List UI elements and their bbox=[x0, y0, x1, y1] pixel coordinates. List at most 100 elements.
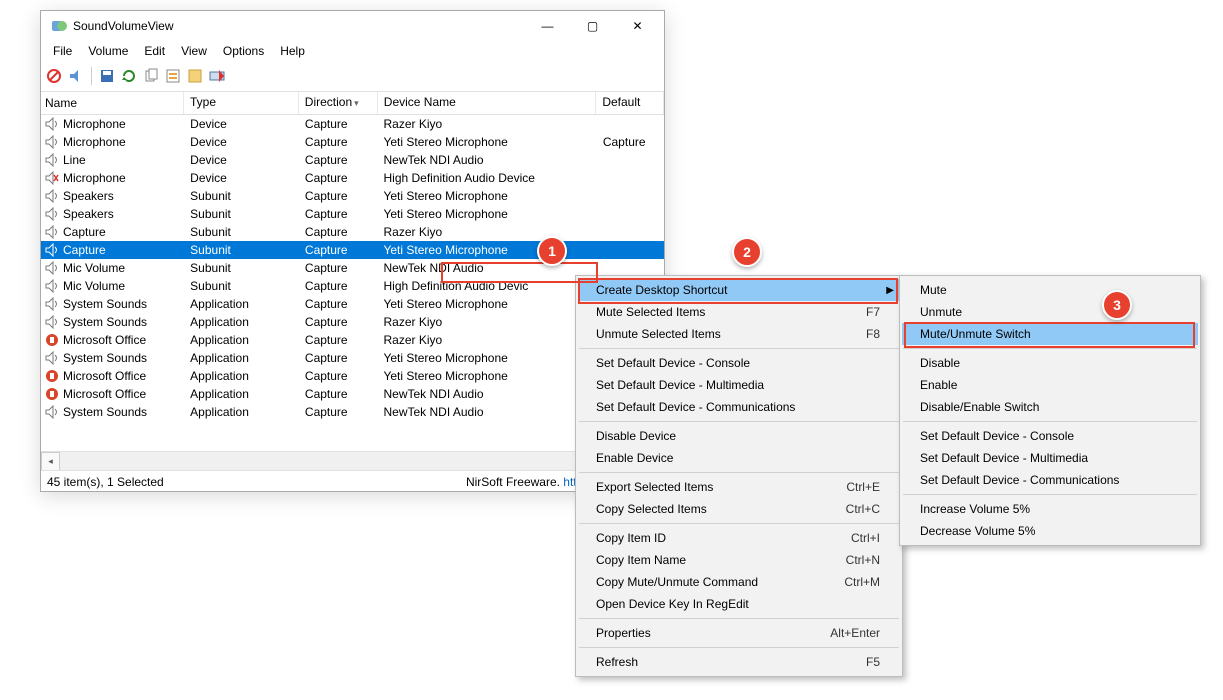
menu-item[interactable]: Create Desktop Shortcut▶ bbox=[578, 279, 900, 301]
menu-item[interactable]: Set Default Device - Multimedia bbox=[578, 374, 900, 396]
row-device: Razer Kiyo bbox=[377, 332, 596, 348]
menu-item-label: Enable bbox=[920, 378, 957, 392]
row-name: Microphone bbox=[63, 171, 126, 185]
row-icon bbox=[45, 297, 59, 311]
col-name[interactable]: Name bbox=[41, 92, 184, 114]
table-row[interactable]: Microsoft OfficeApplicationCaptureRazer … bbox=[41, 331, 664, 349]
menu-volume[interactable]: Volume bbox=[80, 42, 136, 60]
menu-view[interactable]: View bbox=[173, 42, 215, 60]
table-row[interactable]: Microsoft OfficeApplicationCaptureNewTek… bbox=[41, 385, 664, 403]
table-row[interactable]: MicrophoneDeviceCaptureYeti Stereo Micro… bbox=[41, 133, 664, 151]
menu-item-label: Enable Device bbox=[596, 451, 673, 465]
maximize-button[interactable]: ▢ bbox=[570, 12, 615, 40]
table-row[interactable]: CaptureSubunitCaptureRazer Kiyo bbox=[41, 223, 664, 241]
scroll-left-icon[interactable]: ◂ bbox=[41, 452, 60, 471]
row-direction: Capture bbox=[299, 170, 378, 186]
row-direction: Capture bbox=[299, 188, 378, 204]
menu-item[interactable]: Open Device Key In RegEdit bbox=[578, 593, 900, 615]
table-row[interactable]: Mic VolumeSubunitCaptureNewTek NDI Audio bbox=[41, 259, 664, 277]
row-device: Razer Kiyo bbox=[377, 314, 596, 330]
horizontal-scrollbar[interactable]: ◂ ▸ bbox=[41, 451, 664, 470]
menu-item[interactable]: RefreshF5 bbox=[578, 651, 900, 673]
table-row[interactable]: System SoundsApplicationCaptureYeti Ster… bbox=[41, 295, 664, 313]
settings-icon[interactable] bbox=[208, 67, 226, 85]
menu-item-label: Disable Device bbox=[596, 429, 676, 443]
table-row[interactable]: CaptureSubunitCaptureYeti Stereo Microph… bbox=[41, 241, 664, 259]
menu-separator bbox=[903, 494, 1197, 495]
menu-shortcut: F5 bbox=[866, 655, 880, 669]
col-direction-label: Direction bbox=[305, 95, 352, 109]
row-name: Mic Volume bbox=[63, 261, 125, 275]
table-row[interactable]: LineDeviceCaptureNewTek NDI Audio bbox=[41, 151, 664, 169]
menu-item-label: Set Default Device - Communications bbox=[596, 400, 795, 414]
table-row[interactable]: System SoundsApplicationCaptureRazer Kiy… bbox=[41, 313, 664, 331]
export-icon[interactable] bbox=[186, 67, 204, 85]
menu-item[interactable]: Set Default Device - Communications bbox=[902, 469, 1198, 491]
menu-item[interactable]: Set Default Device - Console bbox=[578, 352, 900, 374]
col-type[interactable]: Type bbox=[184, 92, 299, 114]
row-default bbox=[597, 177, 664, 179]
menu-item[interactable]: Mute Selected ItemsF7 bbox=[578, 301, 900, 323]
table-row[interactable]: MicrophoneDeviceCaptureRazer Kiyo bbox=[41, 115, 664, 133]
menu-item-label: Set Default Device - Communications bbox=[920, 473, 1119, 487]
menu-item-label: Mute/Unmute Switch bbox=[920, 327, 1031, 341]
close-button[interactable]: ✕ bbox=[615, 12, 660, 40]
menu-item[interactable]: Copy Mute/Unmute CommandCtrl+M bbox=[578, 571, 900, 593]
menu-file[interactable]: File bbox=[45, 42, 80, 60]
row-icon bbox=[45, 153, 59, 167]
menu-item[interactable]: Disable/Enable Switch bbox=[902, 396, 1198, 418]
menu-item[interactable]: Unmute Selected ItemsF8 bbox=[578, 323, 900, 345]
menu-item[interactable]: Set Default Device - Console bbox=[902, 425, 1198, 447]
menu-item[interactable]: Decrease Volume 5% bbox=[902, 520, 1198, 542]
table-row[interactable]: Microsoft OfficeApplicationCaptureYeti S… bbox=[41, 367, 664, 385]
menu-item[interactable]: Increase Volume 5% bbox=[902, 498, 1198, 520]
table-row[interactable]: System SoundsApplicationCaptureNewTek ND… bbox=[41, 403, 664, 421]
menu-item[interactable]: Set Default Device - Communications bbox=[578, 396, 900, 418]
table-row[interactable]: Mic VolumeSubunitCaptureHigh Definition … bbox=[41, 277, 664, 295]
col-default[interactable]: Default bbox=[596, 92, 664, 114]
menu-item[interactable]: Unmute bbox=[902, 301, 1198, 323]
menu-options[interactable]: Options bbox=[215, 42, 272, 60]
row-name: Microsoft Office bbox=[63, 369, 146, 383]
row-direction: Capture bbox=[299, 368, 378, 384]
menu-help[interactable]: Help bbox=[272, 42, 313, 60]
menu-item[interactable]: Disable Device bbox=[578, 425, 900, 447]
list-body[interactable]: MicrophoneDeviceCaptureRazer KiyoMicroph… bbox=[41, 115, 664, 451]
properties-icon[interactable] bbox=[164, 67, 182, 85]
speaker-icon[interactable] bbox=[67, 67, 85, 85]
row-device: Yeti Stereo Microphone bbox=[377, 296, 596, 312]
menu-item[interactable]: Export Selected ItemsCtrl+E bbox=[578, 476, 900, 498]
row-device: NewTek NDI Audio bbox=[377, 404, 596, 420]
menu-item-label: Open Device Key In RegEdit bbox=[596, 597, 749, 611]
row-icon bbox=[45, 261, 59, 275]
menu-item[interactable]: Copy Selected ItemsCtrl+C bbox=[578, 498, 900, 520]
menu-item[interactable]: Copy Item IDCtrl+I bbox=[578, 527, 900, 549]
col-device[interactable]: Device Name bbox=[378, 92, 597, 114]
row-icon bbox=[45, 351, 59, 365]
menu-item[interactable]: Enable bbox=[902, 374, 1198, 396]
row-device: Yeti Stereo Microphone bbox=[377, 206, 596, 222]
refresh-icon[interactable] bbox=[120, 67, 138, 85]
menu-item-label: Unmute Selected Items bbox=[596, 327, 721, 341]
statusbar: 45 item(s), 1 Selected NirSoft Freeware.… bbox=[41, 470, 664, 493]
menu-edit[interactable]: Edit bbox=[136, 42, 173, 60]
save-icon[interactable] bbox=[98, 67, 116, 85]
menu-item[interactable]: Mute bbox=[902, 279, 1198, 301]
mute-icon[interactable] bbox=[45, 67, 63, 85]
menu-item[interactable]: Set Default Device - Multimedia bbox=[902, 447, 1198, 469]
minimize-button[interactable]: — bbox=[525, 12, 570, 40]
context-menu: Create Desktop Shortcut▶Mute Selected It… bbox=[575, 275, 903, 677]
menu-item[interactable]: Mute/Unmute Switch bbox=[902, 323, 1198, 345]
table-row[interactable]: SpeakersSubunitCaptureYeti Stereo Microp… bbox=[41, 205, 664, 223]
menu-item[interactable]: Enable Device bbox=[578, 447, 900, 469]
table-row[interactable]: MicrophoneDeviceCaptureHigh Definition A… bbox=[41, 169, 664, 187]
menu-item-label: Copy Item ID bbox=[596, 531, 666, 545]
window-title: SoundVolumeView bbox=[73, 19, 525, 33]
col-direction[interactable]: Direction▾ bbox=[299, 92, 378, 114]
table-row[interactable]: System SoundsApplicationCaptureYeti Ster… bbox=[41, 349, 664, 367]
table-row[interactable]: SpeakersSubunitCaptureYeti Stereo Microp… bbox=[41, 187, 664, 205]
copy-icon[interactable] bbox=[142, 67, 160, 85]
menu-item[interactable]: Copy Item NameCtrl+N bbox=[578, 549, 900, 571]
menu-item[interactable]: Disable bbox=[902, 352, 1198, 374]
menu-item[interactable]: PropertiesAlt+Enter bbox=[578, 622, 900, 644]
